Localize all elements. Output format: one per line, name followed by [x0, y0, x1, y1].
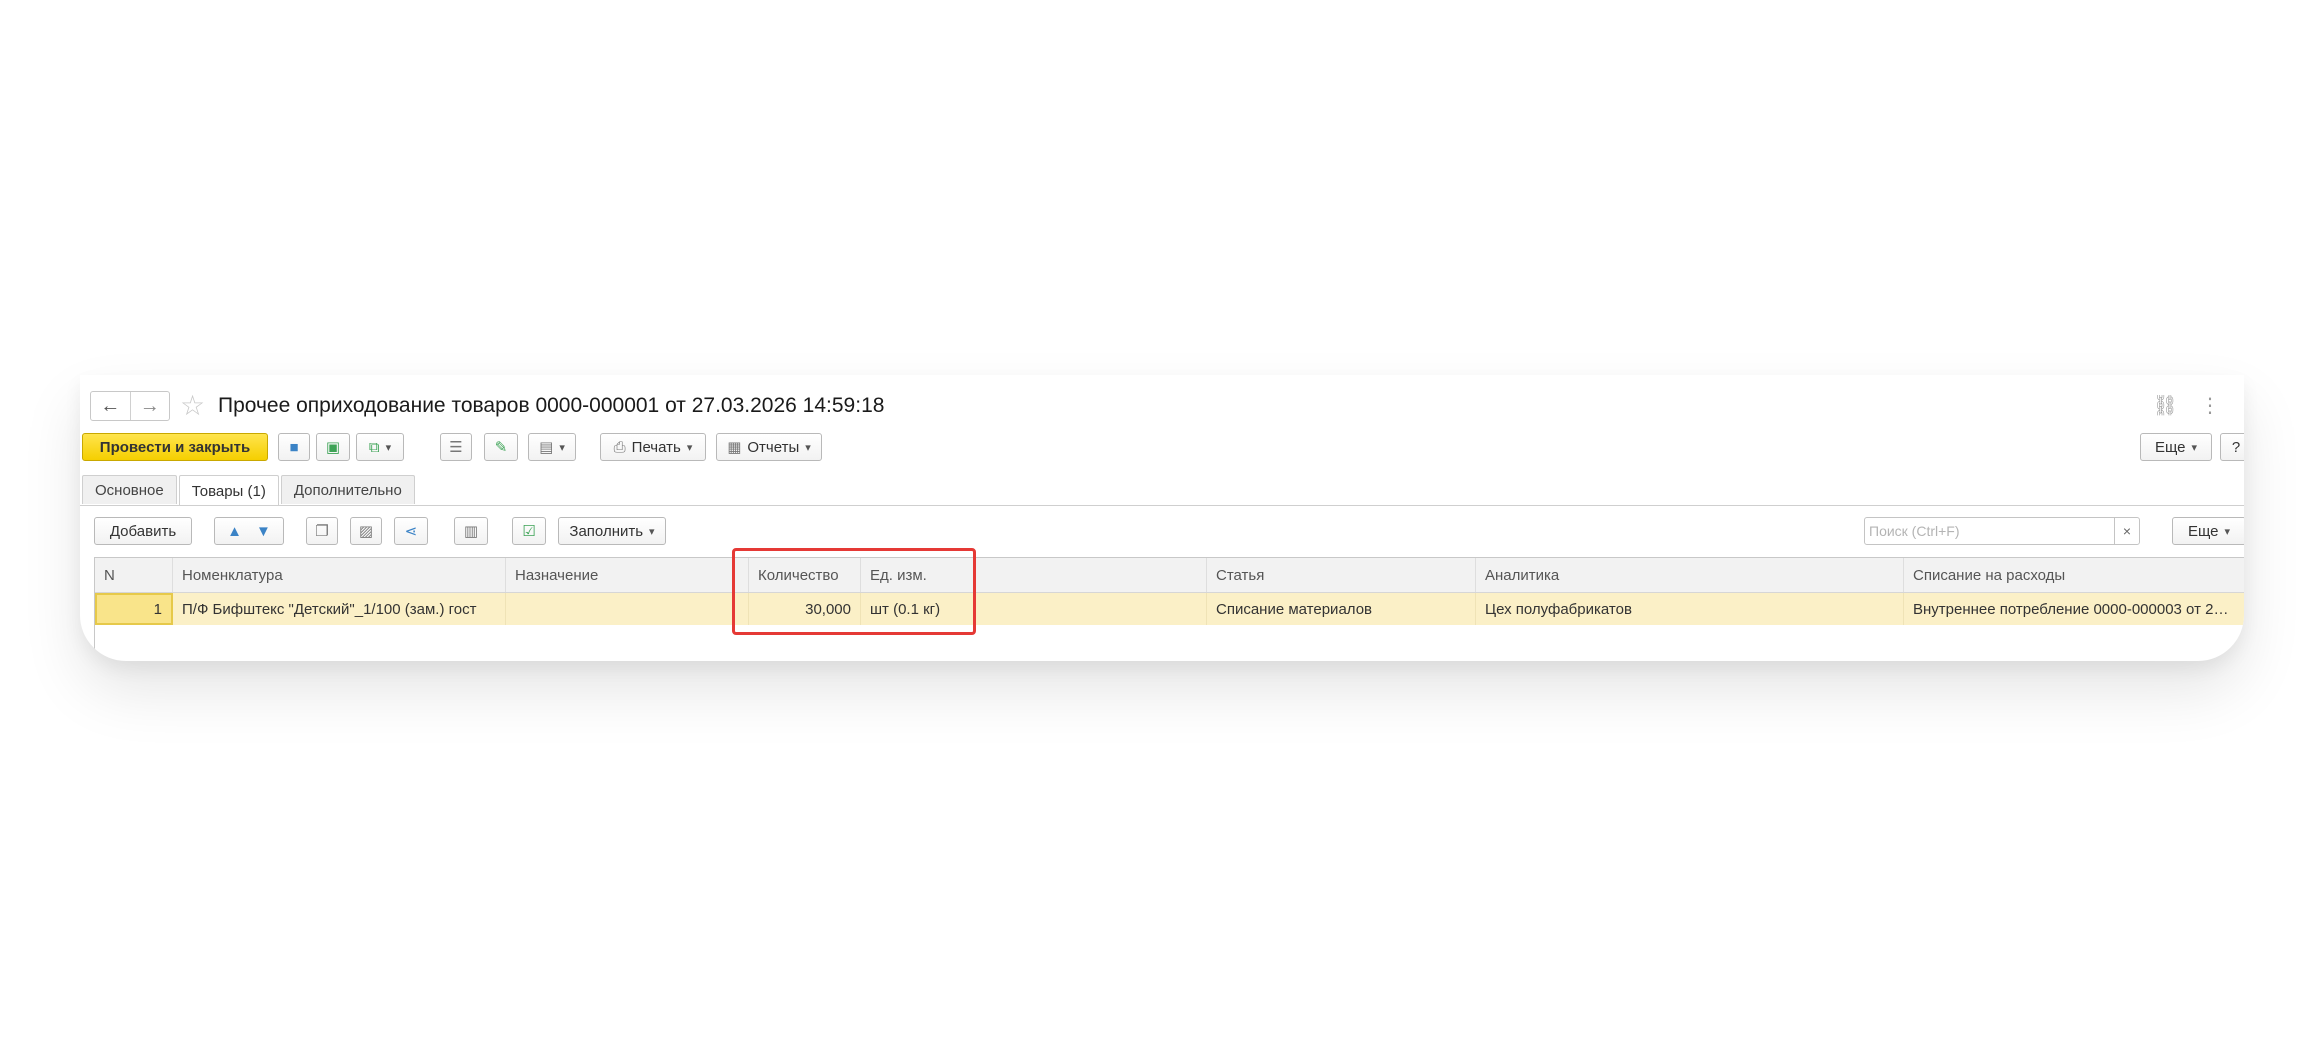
print-button[interactable]: ⎙ Печать [600, 433, 706, 461]
link-icon[interactable]: ⛓ [2153, 393, 2178, 418]
clear-search-icon[interactable]: × [2114, 518, 2139, 544]
select-button[interactable]: ☑ [512, 517, 546, 545]
search-field: × [1864, 517, 2140, 545]
navigation-buttons: ← → [90, 391, 170, 421]
save-button[interactable]: ■ [278, 433, 310, 461]
unit-value: шт (0.1 кг) [870, 600, 941, 618]
more-button[interactable]: Еще [2140, 433, 2212, 461]
search-input[interactable] [1865, 518, 2123, 544]
table-more-label: Еще [2187, 522, 2219, 540]
add-button[interactable]: Добавить [94, 517, 192, 545]
table-check-icon: ☑ [522, 522, 536, 540]
help-button[interactable]: ? [2220, 433, 2244, 461]
nomenclature-value: П/Ф Бифштекс "Детский"_1/100 (зам.) гост [182, 600, 477, 618]
tabs: Основное Товары (1) Дополнительно [82, 475, 417, 506]
reports-button[interactable]: ▦ Отчеты [716, 433, 822, 461]
reports-label: Отчеты [747, 438, 800, 456]
create-based-on-button[interactable]: ⧉ [356, 433, 404, 461]
edit-button[interactable]: ✎ [484, 433, 518, 461]
quantity-value: 30,000 [805, 600, 851, 618]
title-bar: ← → ☆ Прочее оприходование товаров 0000-… [80, 389, 2244, 423]
table-more-button[interactable]: Еще [2172, 517, 2244, 545]
forward-icon[interactable]: → [129, 392, 170, 420]
column-header-quantity[interactable]: Количество [749, 558, 861, 592]
paste-icon: ▨ [358, 522, 374, 540]
barcode-icon: ▥ [463, 522, 479, 540]
goods-table: N Номенклатура Назначение Количество Ед.… [94, 557, 2244, 661]
writeoff-value: Внутреннее потребление 0000-000003 от 27… [1913, 600, 2235, 618]
save-icon: ■ [289, 438, 299, 456]
back-icon[interactable]: ← [91, 392, 130, 420]
fill-button[interactable]: Заполнить [558, 517, 666, 545]
page-title: Прочее оприходование товаров 0000-000001… [218, 394, 885, 417]
document-structure-button[interactable]: ☰ [440, 433, 472, 461]
print-label: Печать [631, 438, 681, 456]
table-header: N Номенклатура Назначение Количество Ед.… [95, 558, 2244, 593]
column-header-analytics[interactable]: Аналитика [1476, 558, 1904, 592]
nomenclature-cell[interactable]: П/Ф Бифштекс "Детский"_1/100 (зам.) гост [173, 593, 506, 625]
writeoff-cell[interactable]: Внутреннее потребление 0000-000003 от 27… [1904, 593, 2244, 625]
unit-cell[interactable]: шт (0.1 кг) [861, 593, 1207, 625]
copy-icon: ❐ [315, 522, 329, 540]
column-header-n[interactable]: N [95, 558, 173, 592]
tab-additional[interactable]: Дополнительно [280, 475, 415, 504]
paste-button[interactable]: ▨ [350, 517, 382, 545]
barcode-button[interactable]: ▥ [454, 517, 488, 545]
column-header-nomenclature[interactable]: Номенклатура [173, 558, 506, 592]
column-header-writeoff[interactable]: Списание на расходы [1904, 558, 2244, 592]
row-number[interactable]: 1 [95, 593, 173, 625]
printer-icon: ⎙ [613, 438, 626, 456]
column-header-unit[interactable]: Ед. изм. [861, 558, 1207, 592]
attachments-button[interactable]: ▤ [528, 433, 576, 461]
command-bar: Провести и закрыть ■ ▣ ⧉ ☰ ✎ ▤ ⎙ Печать ▦… [80, 433, 2244, 465]
purpose-cell[interactable] [506, 593, 749, 625]
more-label: Еще [2154, 438, 2186, 456]
fill-label: Заполнить [569, 522, 644, 540]
article-cell[interactable]: Списание материалов [1207, 593, 1476, 625]
column-header-article[interactable]: Статья [1207, 558, 1476, 592]
column-header-purpose[interactable]: Назначение [506, 558, 749, 592]
pencil-icon: ✎ [494, 438, 508, 456]
move-buttons: ▲ ▼ [214, 517, 284, 545]
table-row[interactable]: 1 П/Ф Бифштекс "Детский"_1/100 (зам.) го… [95, 593, 2244, 625]
arrow-down-icon[interactable]: ▼ [256, 524, 271, 539]
analytics-cell[interactable]: Цех полуфабрикатов [1476, 593, 1904, 625]
copy-button[interactable]: ❐ [306, 517, 338, 545]
arrow-up-icon[interactable]: ▲ [227, 524, 242, 539]
more-vertical-icon[interactable]: ⋮ [2200, 393, 2220, 418]
split-button[interactable]: ⋖ [394, 517, 428, 545]
tab-main[interactable]: Основное [82, 475, 177, 504]
reports-icon: ▦ [727, 438, 742, 456]
tab-goods[interactable]: Товары (1) [178, 475, 279, 506]
list-icon: ☰ [449, 438, 463, 456]
post-button[interactable]: ▣ [316, 433, 350, 461]
post-and-close-button[interactable]: Провести и закрыть [82, 433, 268, 461]
create-based-icon: ⧉ [368, 438, 380, 456]
quantity-cell[interactable]: 30,000 [749, 593, 861, 625]
table-toolbar: Добавить ▲ ▼ ❐ ▨ ⋖ ▥ ☑ Заполнить × Еще [80, 517, 2244, 549]
tabs-divider [80, 505, 2244, 506]
post-icon: ▣ [325, 438, 341, 456]
document-window: ← → ☆ Прочее оприходование товаров 0000-… [80, 375, 2244, 661]
article-value: Списание материалов [1216, 600, 1373, 618]
split-icon: ⋖ [404, 522, 418, 540]
favorite-star-icon[interactable]: ☆ [180, 389, 205, 422]
document-icon: ▤ [539, 438, 554, 456]
analytics-value: Цех полуфабрикатов [1485, 600, 1632, 618]
title-actions: ⛓ ⋮ [2153, 393, 2220, 418]
